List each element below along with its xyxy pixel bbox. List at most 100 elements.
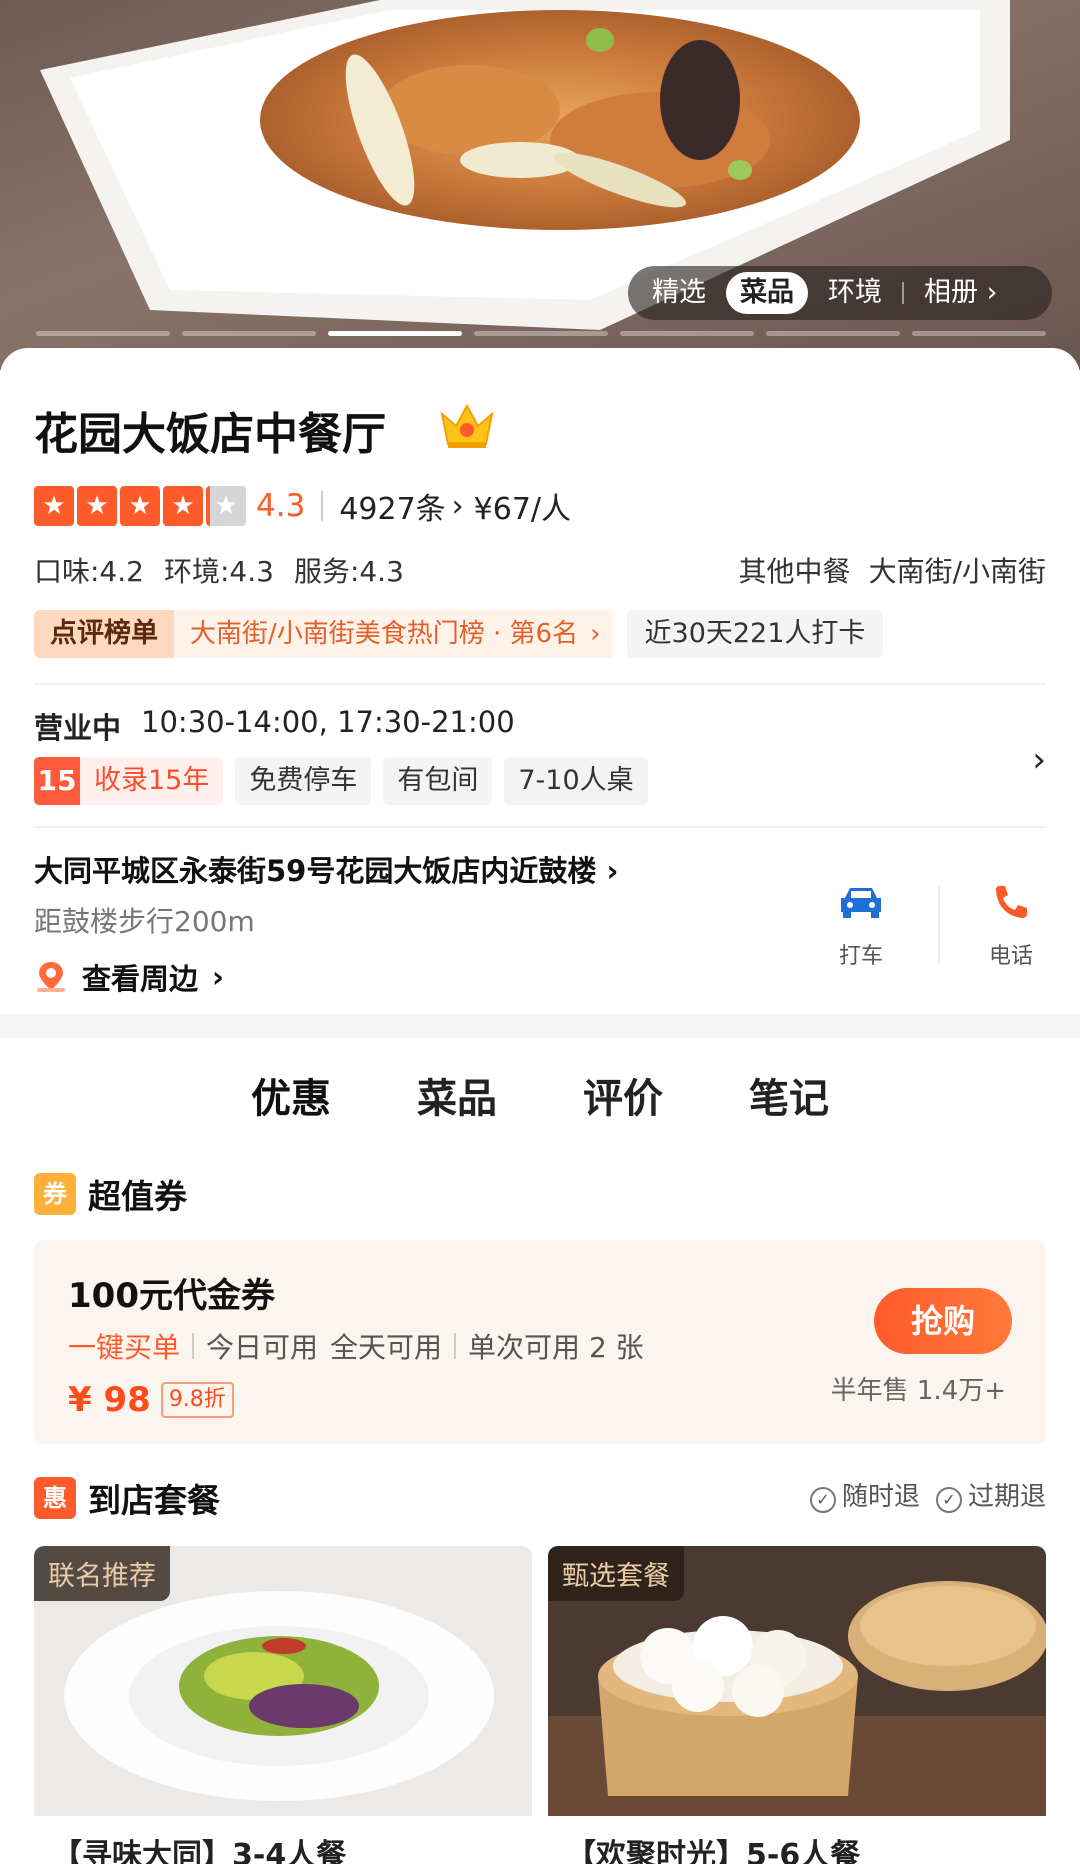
business-hours[interactable]: 营业中 10:30-14:00, 17:30-21:00	[34, 705, 515, 747]
hero-slide-indicator	[36, 331, 1046, 336]
cuisine-area: 其他中餐 大南街/小南街	[739, 550, 1046, 590]
hero-tab-album-label: 相册	[924, 277, 978, 308]
slide-dot	[912, 331, 1046, 336]
availability-time: 全天可用	[330, 1331, 443, 1364]
score-taste: 口味:4.2	[34, 555, 144, 588]
star-rating: ★ ★ ★ ★ ★	[34, 486, 246, 526]
sub-scores: 口味:4.2 环境:4.3 服务:4.3	[34, 550, 404, 590]
review-count[interactable]: 4927条	[339, 484, 445, 528]
address-link[interactable]: 大同平城区永泰街59号花园大饭店内近鼓楼 ›	[34, 848, 618, 890]
walking-distance: 距鼓楼步行200m	[34, 905, 255, 938]
location-pin-icon	[37, 962, 65, 992]
phone-icon	[996, 886, 1027, 918]
deal-icon: 惠	[34, 1477, 76, 1519]
slide-dot	[474, 331, 608, 336]
tab-deals[interactable]: 优惠	[247, 1066, 335, 1126]
check-circle-icon: ✓	[935, 1487, 962, 1513]
rating-score: 4.3	[256, 488, 306, 524]
refund-anytime-label: 随时退	[841, 1482, 920, 1512]
voucher-price: ¥ 98 9.8折	[68, 1380, 234, 1420]
package-label: 甄选套餐	[548, 1546, 684, 1601]
hours-time: 10:30-14:00, 17:30-21:00	[141, 705, 515, 739]
divider	[34, 683, 1046, 685]
package-card[interactable]: 甄选套餐 【欢聚时光】5-6人餐	[548, 1546, 1046, 1864]
taxi-button[interactable]: 打车	[816, 882, 906, 970]
crown-icon	[440, 403, 494, 448]
slide-dot	[766, 331, 900, 336]
tab-notes[interactable]: 笔记	[749, 1066, 829, 1126]
hero-tab-featured[interactable]: 精选	[638, 272, 720, 314]
divider	[454, 1333, 457, 1359]
refund-anytime: ✓ 随时退	[809, 1476, 920, 1513]
hero-category-tabs: 精选 菜品 环境 相册 ›	[628, 266, 1052, 320]
hero-tab-album[interactable]: 相册 ›	[910, 272, 1011, 314]
restaurant-name: 花园大饭店中餐厅	[34, 409, 386, 460]
score-environment: 环境:4.3	[163, 555, 274, 588]
content-tabs: 优惠 菜品 评价 笔记	[0, 1066, 1080, 1126]
chevron-right-icon: ›	[986, 277, 998, 308]
quick-pay-label: 一键买单	[68, 1331, 181, 1364]
taxi-label: 打车	[838, 944, 883, 969]
slide-dot	[182, 331, 316, 336]
view-nearby-link[interactable]: 查看周边 ›	[34, 956, 224, 998]
star-icon: ★	[34, 486, 74, 526]
package-card[interactable]: 联名推荐 【寻味大同】3-4人餐	[34, 1546, 532, 1864]
tag-table-size: 7-10人桌	[504, 757, 648, 805]
voucher-section-title: 超值券	[88, 1177, 187, 1216]
open-status: 营业中	[34, 711, 122, 745]
availability-day: 今日可用	[206, 1331, 319, 1364]
chevron-right-icon: ›	[606, 854, 619, 888]
view-nearby-label: 查看周边	[82, 962, 199, 996]
refund-policy: ✓ 随时退 ✓ 过期退	[809, 1476, 1046, 1513]
phone-label: 电话	[988, 944, 1033, 969]
divider	[938, 886, 940, 964]
divider	[34, 826, 1046, 828]
sales-count: 半年售 1.4万+	[830, 1376, 1006, 1406]
star-icon: ★	[163, 486, 203, 526]
rank-tag: 点评榜单	[34, 610, 174, 658]
feature-tags: 15 收录15年 免费停车 有包间 7-10人桌	[34, 757, 648, 805]
ranking-row: 点评榜单 大南街/小南街美食热门榜 · 第6名 › 近30天221人打卡	[34, 610, 884, 658]
divider	[192, 1333, 195, 1359]
tag-private-room: 有包间	[383, 757, 493, 805]
chevron-right-icon: ›	[212, 960, 224, 994]
voucher-card[interactable]: 100元代金券 一键买单 今日可用 全天可用 单次可用 2 张 ¥ 98 9.8…	[34, 1240, 1046, 1444]
price-per-person: ¥67/人	[473, 492, 572, 527]
per-use-limit: 单次可用 2 张	[468, 1331, 644, 1364]
voucher-section-header: 券 超值券	[34, 1170, 187, 1218]
tag-free-parking: 免费停车	[235, 757, 372, 805]
phone-button[interactable]: 电话	[966, 882, 1056, 970]
buy-button[interactable]: 抢购	[874, 1288, 1012, 1354]
check-circle-icon: ✓	[809, 1487, 836, 1513]
star-icon: ★	[77, 486, 117, 526]
slide-dot-active	[328, 331, 462, 336]
cuisine-type: 其他中餐	[738, 555, 851, 588]
package-name: 【寻味大同】3-4人餐	[34, 1816, 532, 1864]
tab-reviews[interactable]: 评价	[583, 1066, 663, 1126]
years-listed-badge: 15 收录15年	[34, 757, 224, 805]
hero-tab-dishes[interactable]: 菜品	[726, 272, 808, 314]
voucher-terms: 一键买单 今日可用 全天可用 单次可用 2 张	[68, 1326, 644, 1366]
slide-dot	[36, 331, 170, 336]
chevron-right-icon: ›	[590, 619, 601, 649]
years-number: 15	[34, 757, 80, 805]
divider	[321, 491, 324, 521]
voucher-icon: 券	[34, 1173, 76, 1215]
star-partial-icon: ★	[206, 486, 246, 526]
star-icon: ★	[120, 486, 160, 526]
ranking-badge[interactable]: 点评榜单 大南街/小南街美食热门榜 · 第6名 ›	[34, 610, 613, 658]
package-section-title: 到店套餐	[88, 1481, 220, 1520]
rating-row[interactable]: ★ ★ ★ ★ ★ 4.3 4927条 › ¥67/人	[34, 484, 571, 528]
years-text: 收录15年	[94, 765, 210, 796]
package-section-header: 惠 到店套餐	[34, 1474, 220, 1522]
hero-tab-divider	[902, 282, 904, 304]
package-label: 联名推荐	[34, 1546, 170, 1601]
rank-text: 大南街/小南街美食热门榜 · 第6名	[190, 619, 579, 649]
tab-dishes[interactable]: 菜品	[417, 1066, 497, 1126]
hero-gallery[interactable]: 精选 菜品 环境 相册 ›	[0, 0, 1080, 370]
car-icon	[841, 888, 881, 918]
hero-tab-environment[interactable]: 环境	[814, 272, 896, 314]
package-name: 【欢聚时光】5-6人餐	[548, 1816, 1046, 1864]
checkin-count: 近30天221人打卡	[626, 610, 884, 658]
chevron-right-icon[interactable]: ›	[1032, 740, 1046, 780]
